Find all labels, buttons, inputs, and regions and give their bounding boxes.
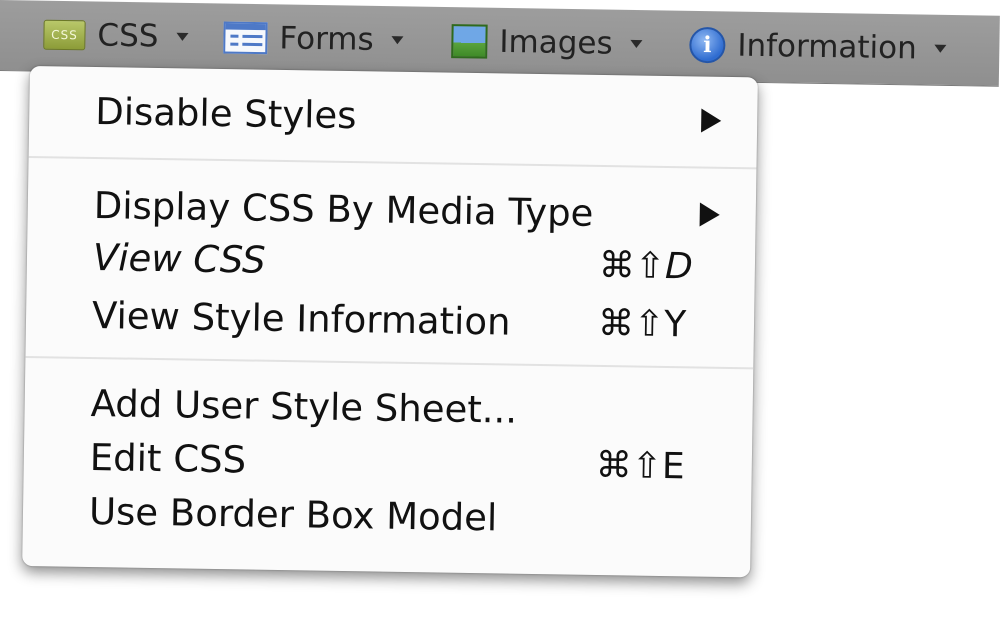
menu-item-view-css[interactable]: View CSS ⌘⇧D xyxy=(93,231,732,293)
toolbar-images-menu[interactable]: Images xyxy=(451,19,643,66)
chevron-down-icon xyxy=(934,44,947,53)
css-icon: CSS xyxy=(43,19,86,51)
menu-item-label: Display CSS By Media Type xyxy=(93,183,594,235)
submenu-arrow-icon xyxy=(701,108,722,133)
menu-item-shortcut: ⌘⇧D xyxy=(598,244,694,287)
info-icon: i xyxy=(689,26,726,64)
chevron-down-icon xyxy=(176,32,189,41)
toolbar-information-label: Information xyxy=(737,27,918,67)
toolbar-images-label: Images xyxy=(499,23,613,62)
screenshot-stage: CSS CSS Forms Images i Information Disab… xyxy=(0,0,1000,625)
menu-item-add-user-style-sheet[interactable]: Add User Style Sheet... xyxy=(90,377,729,439)
menu-item-label: Use Border Box Model xyxy=(88,489,498,539)
toolbar-forms-label: Forms xyxy=(279,20,374,58)
css-dropdown-menu: Disable Styles Display CSS By Media Type… xyxy=(22,66,758,578)
menu-item-edit-css[interactable]: Edit CSS ⌘⇧E xyxy=(89,431,728,493)
css-icon-text: CSS xyxy=(51,27,78,43)
chevron-down-icon xyxy=(630,39,643,49)
info-icon-glyph: i xyxy=(702,32,712,59)
menu-item-use-border-box-model[interactable]: Use Border Box Model xyxy=(89,485,728,547)
toolbar-css-menu[interactable]: CSS CSS xyxy=(43,13,189,59)
submenu-arrow-icon xyxy=(699,202,720,227)
toolbar-css-label: CSS xyxy=(97,17,159,55)
menu-item-disable-styles[interactable]: Disable Styles xyxy=(95,85,734,147)
menu-item-label: Disable Styles xyxy=(94,89,357,137)
menu-item-view-style-information[interactable]: View Style Information ⌘⇧Y xyxy=(92,289,731,351)
menu-item-shortcut: ⌘⇧Y xyxy=(597,302,687,345)
images-icon xyxy=(451,24,488,59)
toolbar-information-menu[interactable]: i Information xyxy=(689,23,947,71)
menu-separator xyxy=(25,355,754,370)
menu-item-label: Add User Style Sheet... xyxy=(90,381,518,432)
toolbar-forms-menu[interactable]: Forms xyxy=(223,16,404,63)
forms-icon xyxy=(223,21,268,55)
menu-separator xyxy=(28,155,757,170)
menu-item-shortcut: ⌘⇧E xyxy=(595,444,686,487)
chevron-down-icon xyxy=(391,36,404,45)
